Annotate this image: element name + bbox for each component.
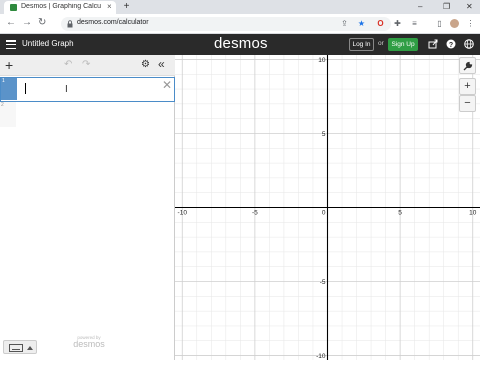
expression-index: 1 bbox=[2, 78, 5, 84]
reading-list-icon[interactable]: ≡ bbox=[410, 19, 419, 28]
graph-settings-wrench-icon[interactable] bbox=[459, 57, 476, 74]
close-window-button[interactable]: ✕ bbox=[466, 2, 473, 11]
browser-tab-bar: Desmos | Graphing Calculator × + – ❐ ✕ bbox=[0, 0, 480, 14]
share-graph-icon[interactable] bbox=[428, 39, 438, 49]
tab-close-icon[interactable]: × bbox=[107, 2, 112, 11]
lock-icon bbox=[67, 20, 73, 28]
reload-icon[interactable]: ↻ bbox=[38, 17, 46, 28]
new-tab-button[interactable]: + bbox=[121, 2, 132, 13]
settings-gear-icon[interactable]: ⚙ bbox=[141, 59, 150, 70]
browser-toolbar: ← → ↻ desmos.com/calculator ⇪ ★ O ✚ ≡ ▯ … bbox=[0, 14, 480, 34]
keypad-toggle-button[interactable] bbox=[3, 340, 37, 354]
help-icon[interactable]: ? bbox=[446, 39, 456, 49]
powered-by-desmos: powered by desmos bbox=[69, 335, 109, 349]
ibeam-cursor-icon: I bbox=[65, 84, 68, 95]
x-tick-label: 0 bbox=[322, 210, 326, 217]
desmos-logo: desmos bbox=[214, 35, 268, 52]
side-panel-icon[interactable]: ▯ bbox=[435, 19, 444, 28]
share-icon[interactable]: ⇪ bbox=[340, 19, 349, 28]
profile-avatar[interactable] bbox=[450, 19, 459, 28]
extensions-puzzle-icon[interactable]: ✚ bbox=[393, 19, 402, 28]
back-arrow-icon[interactable]: ← bbox=[6, 17, 16, 28]
expression-toolbar: + ↶ ↷ ⚙ « bbox=[0, 55, 175, 76]
or-text: or bbox=[378, 40, 384, 47]
login-button[interactable]: Log In bbox=[349, 38, 374, 51]
powered-by-logo: desmos bbox=[73, 339, 105, 349]
language-globe-icon[interactable] bbox=[464, 39, 474, 49]
x-tick-label: -5 bbox=[252, 210, 258, 217]
opera-extension-icon[interactable]: O bbox=[376, 19, 385, 28]
desmos-favicon-icon bbox=[10, 4, 17, 11]
svg-text:?: ? bbox=[449, 42, 453, 49]
graph-paper[interactable]: -10 -5 0 5 10 10 5 -5 -10 bbox=[175, 55, 480, 360]
hamburger-menu-icon[interactable] bbox=[6, 40, 16, 50]
zoom-out-button[interactable]: − bbox=[459, 95, 476, 112]
redo-icon[interactable]: ↷ bbox=[82, 59, 90, 70]
undo-icon[interactable]: ↶ bbox=[64, 59, 72, 70]
minimize-button[interactable]: – bbox=[418, 2, 422, 11]
delete-expression-icon[interactable]: ✕ bbox=[162, 78, 172, 92]
keyboard-icon bbox=[9, 344, 23, 352]
expression-row[interactable]: 1 I ✕ bbox=[0, 77, 175, 102]
app-header: Untitled Graph desmos Log In or Sign Up … bbox=[0, 34, 480, 55]
browser-menu-icon[interactable]: ⋮ bbox=[466, 19, 475, 28]
expression-tab[interactable]: 2 bbox=[0, 102, 16, 127]
x-tick-label: 10 bbox=[469, 210, 477, 217]
y-tick-label: -5 bbox=[320, 279, 326, 286]
expression-row[interactable]: 2 bbox=[0, 102, 175, 127]
y-tick-label: 10 bbox=[318, 57, 326, 64]
text-cursor bbox=[25, 83, 26, 94]
forward-arrow-icon[interactable]: → bbox=[22, 17, 32, 28]
browser-tab[interactable]: Desmos | Graphing Calculator × bbox=[4, 1, 116, 14]
graph-title[interactable]: Untitled Graph bbox=[22, 39, 74, 48]
tab-title: Desmos | Graphing Calculator bbox=[21, 3, 101, 10]
collapse-panel-icon[interactable]: « bbox=[158, 57, 165, 71]
graph-canvas[interactable]: -10 -5 0 5 10 10 5 -5 -10 bbox=[175, 55, 480, 360]
expression-index: 2 bbox=[1, 102, 4, 108]
url-text: desmos.com/calculator bbox=[77, 19, 149, 26]
x-tick-label: 5 bbox=[398, 210, 402, 217]
maximize-button[interactable]: ❐ bbox=[443, 2, 450, 11]
y-tick-label: 5 bbox=[322, 131, 326, 138]
zoom-in-button[interactable]: + bbox=[459, 78, 476, 95]
expression-panel: + ↶ ↷ ⚙ « 1 I ✕ 2 powered by desmos bbox=[0, 55, 175, 360]
signup-button[interactable]: Sign Up bbox=[388, 38, 418, 51]
expression-tab[interactable]: 1 bbox=[1, 78, 17, 100]
caret-up-icon bbox=[27, 346, 33, 350]
add-item-button[interactable]: + bbox=[5, 57, 13, 73]
bookmark-star-icon[interactable]: ★ bbox=[357, 19, 366, 28]
x-tick-label: -10 bbox=[178, 210, 188, 217]
y-tick-label: -10 bbox=[316, 353, 326, 360]
